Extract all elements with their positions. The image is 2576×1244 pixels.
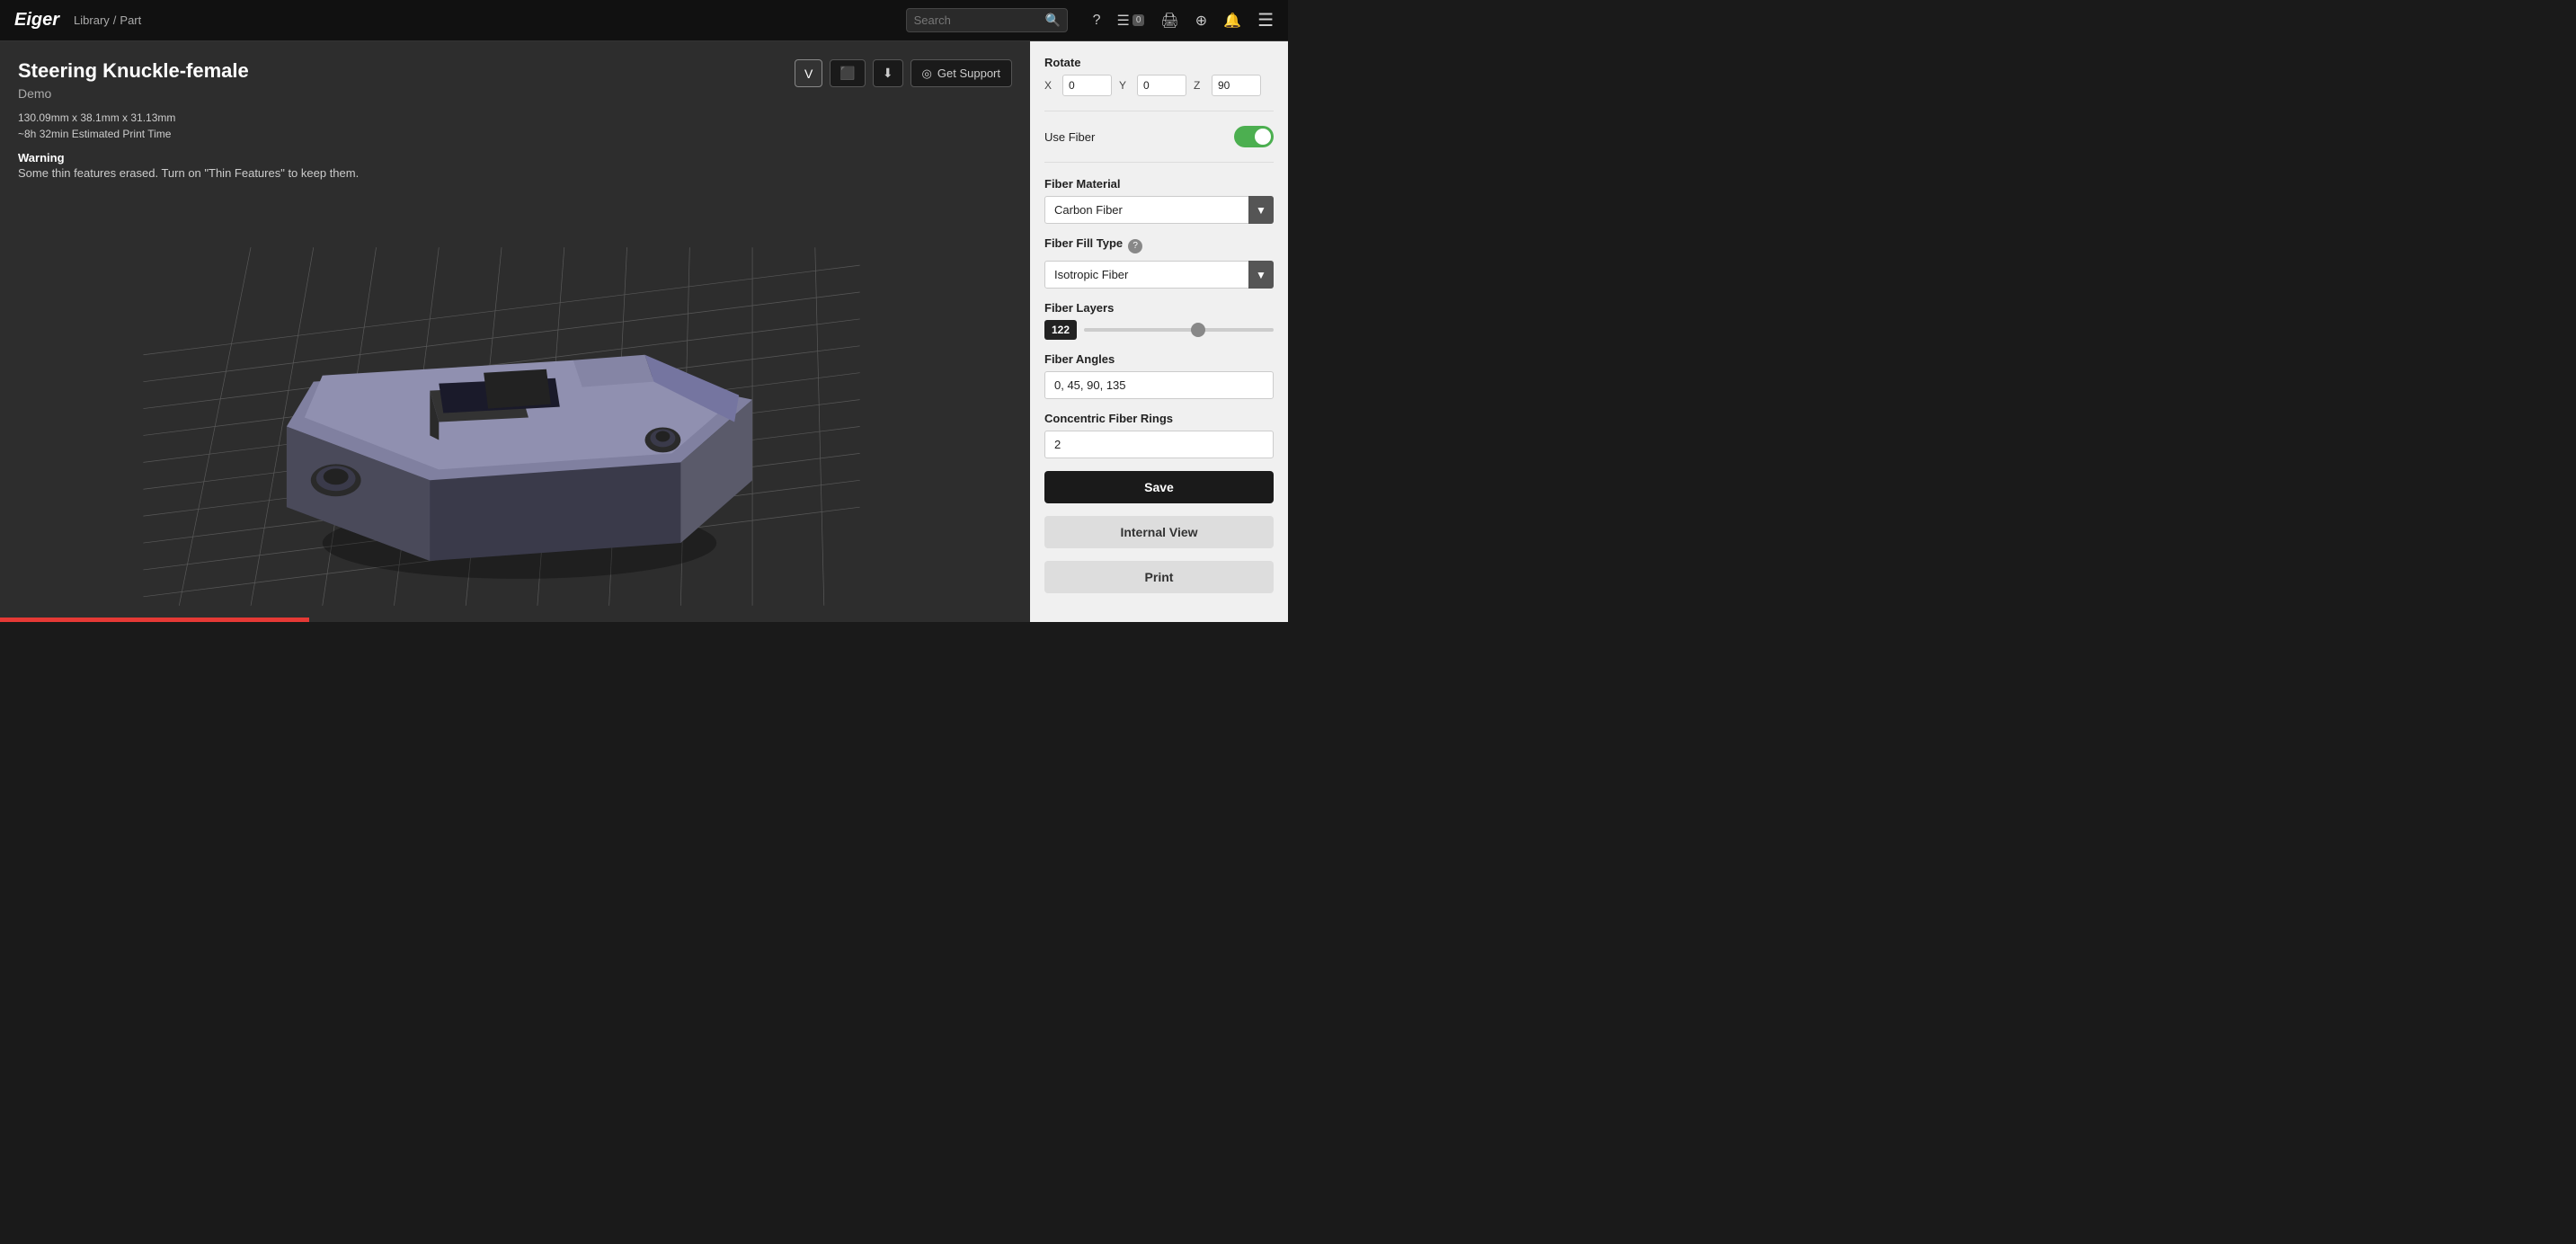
nav-icons: ? ☰ 0 🖨 ⊕ 🔔 ☰ <box>1093 9 1274 31</box>
part-warning: Warning Some thin features erased. Turn … <box>18 151 359 180</box>
award-icon[interactable]: ⊕ <box>1195 12 1207 30</box>
printer-icon[interactable]: 🖨 <box>1160 12 1178 30</box>
canvas-area[interactable]: Steering Knuckle-female Demo 130.09mm x … <box>0 41 1030 622</box>
bell-icon[interactable]: 🔔 <box>1223 12 1241 30</box>
download-button[interactable]: ⬇ <box>873 59 903 87</box>
use-fiber-row: Use Fiber <box>1044 126 1274 147</box>
fiber-material-select[interactable]: Carbon Fiber <box>1044 196 1274 224</box>
use-fiber-label: Use Fiber <box>1044 130 1095 144</box>
part-subtitle: Demo <box>18 86 359 101</box>
search-icon: 🔍 <box>1045 13 1061 28</box>
part-info: Steering Knuckle-female Demo 130.09mm x … <box>18 59 359 180</box>
rotate-y-label: Y <box>1119 79 1130 92</box>
fiber-fill-type-label: Fiber Fill Type <box>1044 236 1123 250</box>
breadcrumb-separator: / <box>113 13 117 27</box>
rotate-x-input[interactable] <box>1062 75 1112 96</box>
cursor-button[interactable]: V <box>795 59 822 87</box>
internal-view-button[interactable]: Internal View <box>1044 516 1274 548</box>
divider-2 <box>1044 162 1274 163</box>
search-input[interactable] <box>914 13 1040 27</box>
right-panel: Rotate X Y Z Use Fiber Fiber Material Ca… <box>1030 41 1288 622</box>
breadcrumb-part[interactable]: Part <box>120 13 141 27</box>
progress-bar <box>0 618 309 622</box>
rotate-row: X Y Z <box>1044 75 1274 96</box>
print-button[interactable]: Print <box>1044 561 1274 593</box>
use-fiber-toggle[interactable] <box>1234 126 1274 147</box>
canvas-toolbar: V ⬛ ⬇ ◎ Get Support <box>795 59 1012 87</box>
logo: Eiger <box>14 10 59 31</box>
fiber-layers-slider[interactable] <box>1084 328 1274 332</box>
fiber-angles-input[interactable] <box>1044 371 1274 399</box>
queue-badge: 0 <box>1133 14 1145 26</box>
breadcrumb-library[interactable]: Library <box>74 13 110 27</box>
fiber-fill-type-help-icon[interactable]: ? <box>1128 239 1142 253</box>
search-wrap: 🔍 <box>906 8 1068 32</box>
save-button[interactable]: Save <box>1044 471 1274 503</box>
fiber-material-label: Fiber Material <box>1044 177 1274 191</box>
fiber-layers-section: Fiber Layers 122 <box>1044 301 1274 340</box>
rotate-z-input[interactable] <box>1212 75 1261 96</box>
fiber-layers-label: Fiber Layers <box>1044 301 1274 315</box>
support-icon: ◎ <box>922 67 932 81</box>
part-title: Steering Knuckle-female <box>18 59 359 83</box>
fiber-fill-type-select[interactable]: Isotropic Fiber <box>1044 261 1274 289</box>
support-button[interactable]: ◎ Get Support <box>910 59 1012 87</box>
fiber-layers-slider-row: 122 <box>1044 320 1274 340</box>
concentric-fiber-rings-section: Concentric Fiber Rings <box>1044 412 1274 458</box>
help-icon[interactable]: ? <box>1093 13 1101 29</box>
fiber-material-section: Fiber Material Carbon Fiber ▼ <box>1044 177 1274 224</box>
rotate-z-label: Z <box>1194 79 1204 92</box>
menu-icon[interactable]: ☰ <box>1257 9 1274 31</box>
fiber-angles-section: Fiber Angles <box>1044 352 1274 399</box>
fiber-material-dropdown-wrap: Carbon Fiber ▼ <box>1044 196 1274 224</box>
rotate-x-label: X <box>1044 79 1055 92</box>
rotate-section: Rotate X Y Z <box>1044 56 1274 96</box>
concentric-fiber-rings-input[interactable] <box>1044 431 1274 458</box>
rotate-y-input[interactable] <box>1137 75 1186 96</box>
fiber-fill-type-section: Fiber Fill Type ? Isotropic Fiber ▼ <box>1044 236 1274 289</box>
fiber-fill-type-dropdown-wrap: Isotropic Fiber ▼ <box>1044 261 1274 289</box>
main-layout: Steering Knuckle-female Demo 130.09mm x … <box>0 41 1288 622</box>
fiber-angles-label: Fiber Angles <box>1044 352 1274 366</box>
part-dimensions: 130.09mm x 38.1mm x 31.13mm ~8h 32min Es… <box>18 110 359 142</box>
breadcrumb: Library / Part <box>74 13 141 27</box>
top-nav: Eiger Library / Part 🔍 ? ☰ 0 🖨 ⊕ 🔔 ☰ <box>0 0 1288 41</box>
fiber-layers-badge: 122 <box>1044 320 1077 340</box>
layer-button[interactable]: ⬛ <box>830 59 865 87</box>
concentric-fiber-rings-label: Concentric Fiber Rings <box>1044 412 1274 425</box>
rotate-title: Rotate <box>1044 56 1274 69</box>
queue-icon[interactable]: ☰ 0 <box>1117 12 1145 30</box>
